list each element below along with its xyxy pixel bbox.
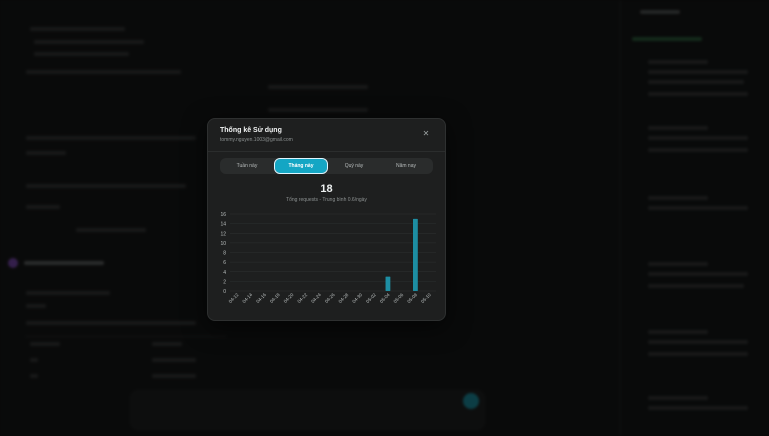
tab-this-week[interactable]: Tuần này xyxy=(221,159,273,173)
x-tick-label: 04-18 xyxy=(269,292,281,304)
y-tick-label: 8 xyxy=(223,251,226,257)
y-tick-label: 2 xyxy=(223,279,226,285)
user-email: tommy.nguyen.1003@gmail.com xyxy=(220,137,293,143)
usage-bar-chart: 024681012141604-12 04-14 04-16 04-18 04-20 04… xyxy=(220,212,436,304)
tab-this-quarter[interactable]: Quý này xyxy=(328,159,380,173)
bar-05-04 xyxy=(385,276,391,291)
modal-title: Thống kê Sử dụng xyxy=(220,127,282,134)
x-tick-label: 04-12 xyxy=(228,292,240,304)
period-tabs: Tuần này Tháng này Quý này Năm nay xyxy=(220,158,433,174)
x-tick-label: 05-04 xyxy=(379,292,391,304)
x-tick-label: 05-06 xyxy=(393,292,405,304)
y-tick-label: 12 xyxy=(220,231,226,237)
y-tick-label: 16 xyxy=(220,212,226,218)
modal-divider xyxy=(208,151,445,152)
x-tick-label: 04-22 xyxy=(296,292,308,304)
usage-stats-modal: Thống kê Sử dụng tommy.nguyen.1003@gmail… xyxy=(207,118,446,321)
x-tick-label: 05-08 xyxy=(406,292,418,304)
close-icon[interactable]: ✕ xyxy=(421,129,431,139)
x-tick-label: 04-28 xyxy=(338,292,350,304)
x-tick-label: 04-20 xyxy=(283,292,295,304)
x-tick-label: 05-02 xyxy=(365,292,377,304)
bar-05-08 xyxy=(413,218,418,291)
total-requests-value: 18 xyxy=(320,183,333,195)
y-tick-label: 4 xyxy=(223,270,226,276)
requests-caption: Tổng requests - Trung bình 0.6/ngày xyxy=(286,197,367,203)
x-tick-label: 04-16 xyxy=(255,292,267,304)
tab-this-month[interactable]: Tháng này xyxy=(274,158,328,174)
tab-this-year[interactable]: Năm nay xyxy=(380,159,432,173)
x-tick-label: 04-30 xyxy=(351,292,363,304)
y-tick-label: 10 xyxy=(220,241,226,247)
y-tick-label: 14 xyxy=(220,222,226,228)
y-tick-label: 6 xyxy=(223,260,226,266)
y-tick-label: 0 xyxy=(223,289,226,295)
x-tick-label: 04-24 xyxy=(310,292,322,304)
x-tick-label: 04-14 xyxy=(241,292,253,304)
x-tick-label: 05-10 xyxy=(420,292,432,304)
x-tick-label: 04-26 xyxy=(324,292,336,304)
